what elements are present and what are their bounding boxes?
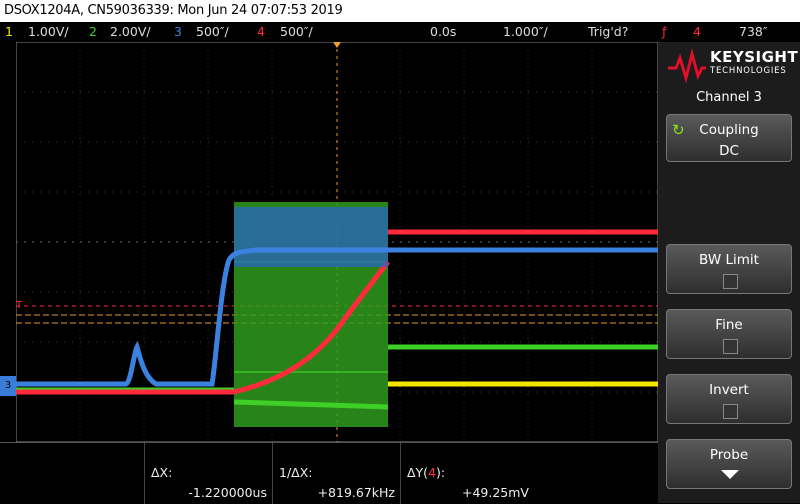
ch1-scale[interactable]: 1.00V/: [28, 22, 69, 42]
coupling-softkey[interactable]: ↻ Coupling DC: [666, 114, 792, 162]
ch4-number[interactable]: 4: [257, 22, 265, 42]
timebase-scale[interactable]: 1.000″/: [503, 22, 548, 42]
delta-x-label: ΔX:: [151, 465, 173, 480]
trigger-delay[interactable]: 0.0s: [430, 22, 456, 42]
waveform-display[interactable]: T: [16, 42, 658, 442]
fine-checkbox-icon: [723, 339, 738, 354]
fine-label: Fine: [715, 317, 743, 333]
trigger-level-marker: T: [16, 300, 23, 311]
trigger-source[interactable]: 4: [693, 22, 701, 42]
rising-edge-icon: ƒ: [662, 24, 667, 39]
trigger-status: Trig'd?: [588, 24, 629, 39]
probe-softkey[interactable]: Probe: [666, 439, 792, 489]
invert-checkbox-icon: [723, 404, 738, 419]
submenu-arrow-down-icon: [721, 470, 739, 479]
probe-label: Probe: [709, 447, 749, 463]
logo-sub: TECHNOLOGIES: [710, 66, 787, 76]
menu-title: Channel 3: [696, 90, 762, 105]
ch3-noise: [234, 207, 388, 267]
ch2-number[interactable]: 2: [89, 22, 97, 42]
delta-x-readout: ΔX: -1.220000us: [144, 443, 273, 504]
delta-y-label: ΔY(4):: [407, 465, 446, 480]
delta-y-readout: ΔY(4): +49.25mV: [400, 443, 535, 504]
ch2-scale[interactable]: 2.00V/: [110, 22, 151, 42]
ch3-ground-marker[interactable]: 3: [0, 376, 16, 396]
invert-softkey[interactable]: Invert: [666, 374, 792, 424]
delta-y-value: +49.25mV: [462, 485, 529, 500]
title-bar: DSOX1204A, CN59036339: Mon Jun 24 07:07:…: [0, 0, 800, 22]
ch3-number[interactable]: 3: [174, 22, 182, 42]
fine-softkey[interactable]: Fine: [666, 309, 792, 359]
invert-label: Invert: [709, 382, 749, 398]
bw-limit-checkbox-icon: [723, 274, 738, 289]
bw-limit-softkey[interactable]: BW Limit: [666, 244, 792, 294]
inverse-delta-x-readout: 1/ΔX: +819.67kHz: [272, 443, 401, 504]
ch3-scale[interactable]: 500″/: [196, 22, 229, 42]
channel-scale-bar: 1 1.00V/ 2 2.00V/ 3 500″/ 4 500″/ 0.0s 1…: [0, 22, 800, 42]
trigger-level[interactable]: 738″: [739, 22, 768, 42]
delta-x-value: -1.220000us: [188, 485, 267, 500]
logo-brand: KEYSIGHT: [710, 48, 799, 66]
bw-limit-label: BW Limit: [699, 252, 759, 268]
ch4-scale[interactable]: 500″/: [280, 22, 313, 42]
ch1-number[interactable]: 1: [5, 22, 13, 42]
inverse-delta-x-label: 1/ΔX:: [279, 465, 313, 480]
coupling-value: DC: [719, 143, 739, 159]
cursor-measurement-bar: ΔX: -1.220000us 1/ΔX: +819.67kHz ΔY(4): …: [0, 442, 658, 504]
coupling-label: Coupling: [699, 122, 759, 138]
inverse-delta-x-value: +819.67kHz: [317, 485, 395, 500]
